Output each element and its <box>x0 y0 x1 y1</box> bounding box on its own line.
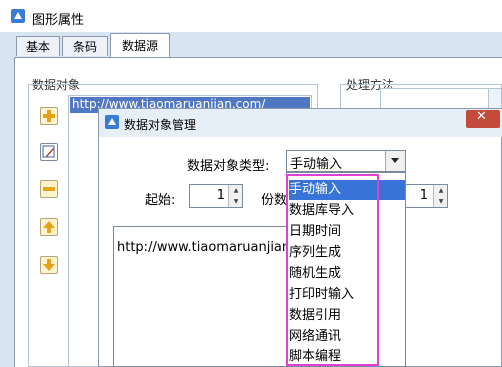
start-spinner-buttons[interactable]: ▲ ▼ <box>228 185 242 207</box>
spin-down-icon[interactable]: ▼ <box>229 196 243 207</box>
close-icon: ✕ <box>476 109 487 124</box>
copies-value: 1 <box>419 188 428 203</box>
tab-datasource[interactable]: 数据源 <box>110 33 170 58</box>
start-label: 起始: <box>145 193 176 208</box>
type-label: 数据对象类型: <box>187 159 270 174</box>
type-select-value: 手动输入 <box>290 157 343 172</box>
copies-spinner-buttons[interactable]: ▲ ▼ <box>433 185 447 207</box>
start-value: 1 <box>216 188 225 203</box>
highlight-box <box>286 174 379 366</box>
remove-button[interactable] <box>40 180 58 198</box>
dialog-title: 数据对象管理 <box>124 118 197 132</box>
spin-up-icon[interactable]: ▲ <box>434 185 448 196</box>
spin-up-icon[interactable]: ▲ <box>229 185 243 196</box>
add-button[interactable] <box>40 107 58 125</box>
app-icon <box>10 8 26 24</box>
tab-basic[interactable]: 基本 <box>16 36 60 56</box>
window-title: 图形属性 <box>32 13 85 28</box>
edit-button[interactable] <box>40 143 58 161</box>
tab-barcode[interactable]: 条码 <box>62 36 108 56</box>
type-select-button[interactable] <box>385 151 405 171</box>
chevron-down-icon <box>391 158 399 163</box>
move-down-button[interactable] <box>40 256 58 274</box>
move-up-button[interactable] <box>40 218 58 236</box>
dialog-app-icon <box>104 114 120 130</box>
copies-label: 份数 <box>261 193 288 208</box>
spin-down-icon[interactable]: ▼ <box>434 196 448 207</box>
